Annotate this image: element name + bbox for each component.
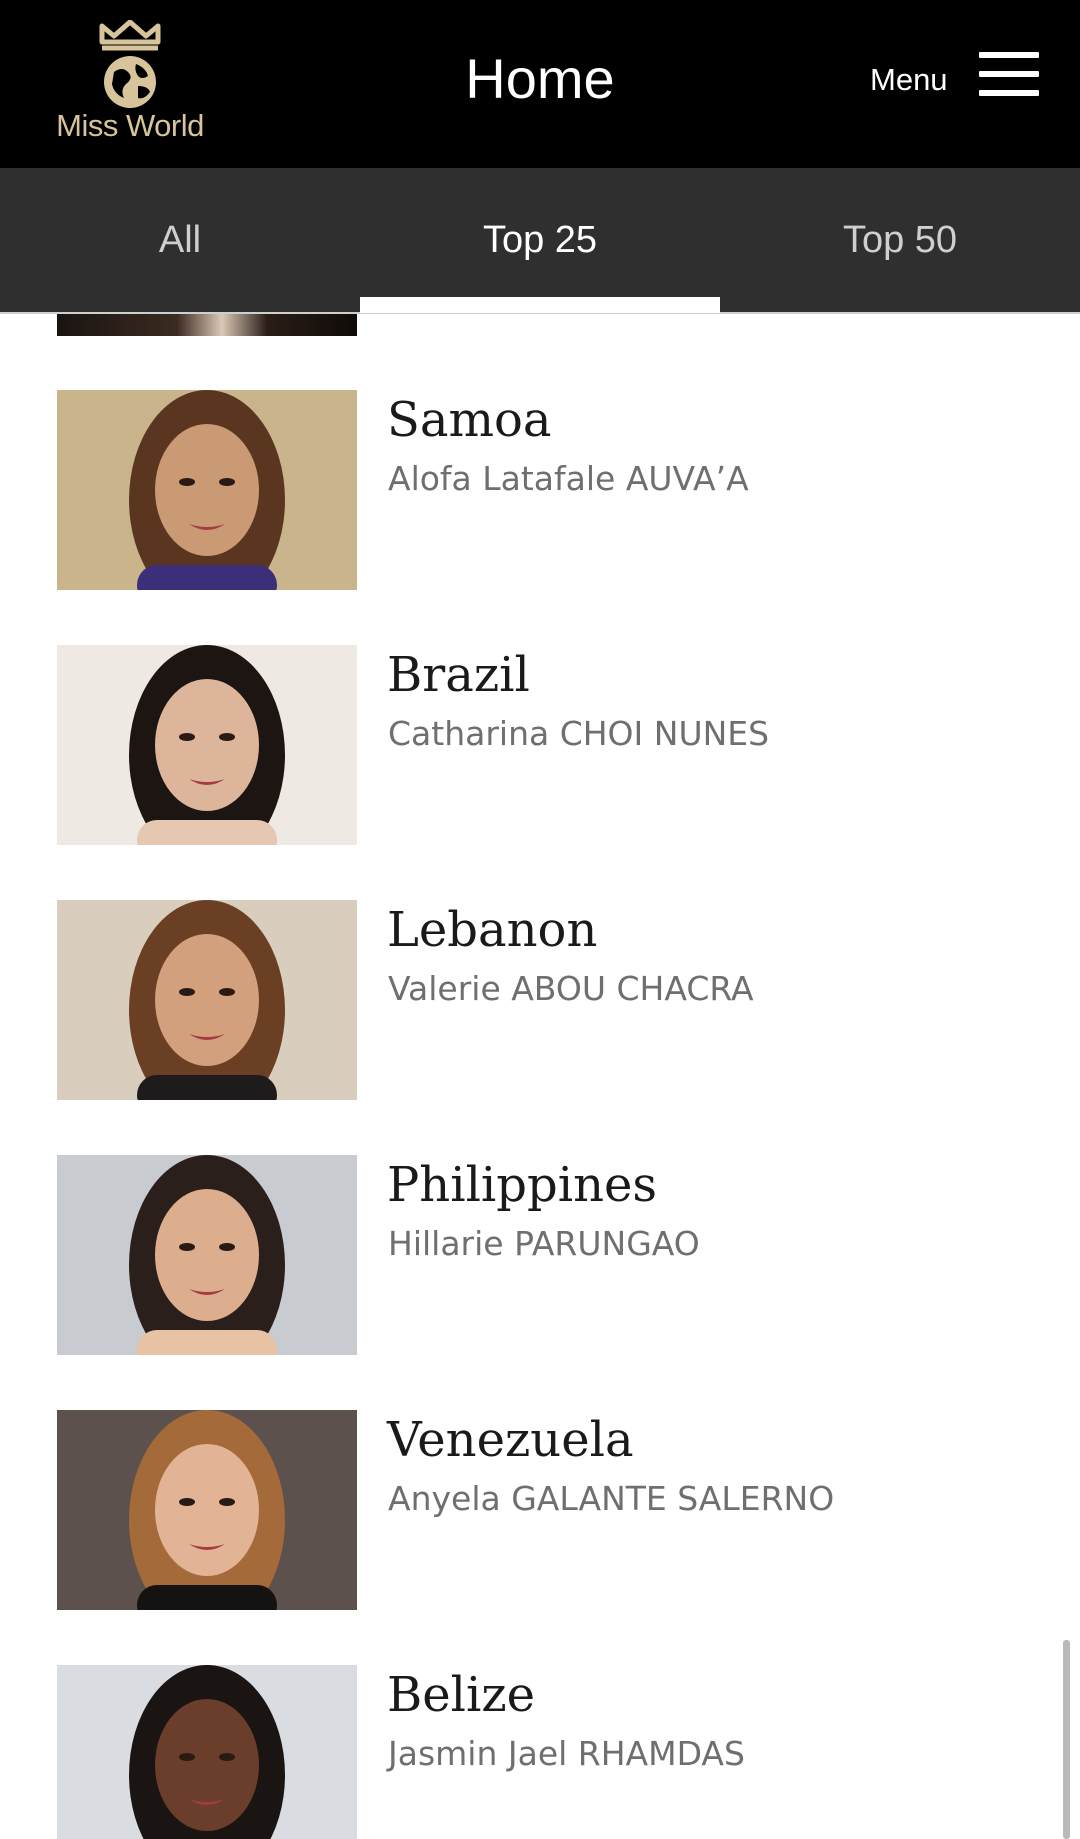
contestant-photo [57,390,357,590]
tab-all[interactable]: All [0,168,360,312]
logo-text: Miss World [56,108,204,143]
contestant-name: Hillarie PARUNGAO [388,1224,700,1263]
menu-button[interactable]: Menu [860,48,1060,112]
contestant-name: Anyela GALANTE SALERNO [388,1479,835,1518]
menu-label: Menu [870,62,948,97]
contestant-photo [57,645,357,845]
app-header: Miss World Home Menu [0,0,1080,168]
contestant-photo [57,1155,357,1355]
contestant-list-item[interactable]: Samoa Alofa Latafale AUVA’A [0,390,1080,590]
contestant-list[interactable]: Samoa Alofa Latafale AUVA’A Brazil Catharin… [0,314,1080,1839]
contestant-name: Alofa Latafale AUVA’A [388,459,749,498]
miss-world-logo[interactable]: Miss World [50,20,210,148]
contestant-name: Jasmin Jael RHAMDAS [388,1734,745,1773]
contestant-country: Philippines [387,1157,658,1213]
contestant-list-item[interactable]: Belize Jasmin Jael RHAMDAS [0,1665,1080,1839]
contestant-photo [57,1410,357,1610]
scrollbar[interactable] [1063,1640,1070,1839]
contestant-country: Lebanon [387,902,598,958]
crown-globe-icon [99,20,161,108]
contestant-photo-partial [57,314,357,336]
tab-top-50[interactable]: Top 50 [720,168,1080,312]
contestant-name: Catharina CHOI NUNES [388,714,770,753]
active-tab-indicator [360,297,720,313]
contestant-list-item[interactable]: Lebanon Valerie ABOU CHACRA [0,900,1080,1100]
tab-bar: All Top 25 Top 50 [0,168,1080,314]
contestant-list-item[interactable]: Brazil Catharina CHOI NUNES [0,645,1080,845]
page-title: Home [465,47,615,110]
contestant-name: Valerie ABOU CHACRA [388,969,754,1008]
contestant-country: Belize [387,1667,536,1723]
tab-top-25[interactable]: Top 25 [360,168,720,312]
contestant-photo [57,1665,357,1839]
contestant-list-item[interactable]: Philippines Hillarie PARUNGAO [0,1155,1080,1355]
contestant-country: Brazil [387,647,530,703]
contestant-country: Samoa [387,392,552,448]
contestant-list-item[interactable]: Venezuela Anyela GALANTE SALERNO [0,1410,1080,1610]
contestant-country: Venezuela [387,1412,634,1468]
contestant-photo [57,900,357,1100]
hamburger-icon [979,52,1039,96]
